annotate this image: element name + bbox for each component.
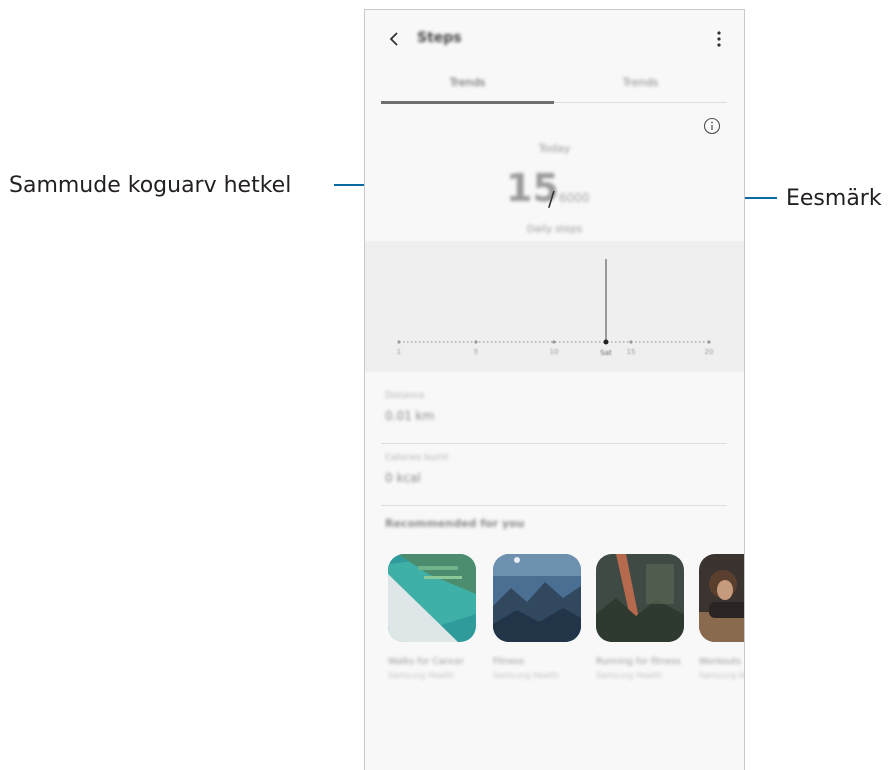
tab-indicator <box>381 101 554 104</box>
card-title: Running for fitness <box>596 657 681 667</box>
card-subtitle: Samsung Health <box>388 671 454 680</box>
stat-distance: Distance 0.01 km <box>381 383 727 444</box>
card-subtitle: Samsung Health <box>596 671 662 680</box>
stat-value: 0.01 km <box>385 409 435 423</box>
card-subtitle: Samsung Health <box>699 671 745 680</box>
recommended-heading: Recommended for you <box>385 517 525 530</box>
chart-tick-dot <box>629 340 633 344</box>
step-chart: 1 5 10 Sat 15 20 <box>365 241 744 372</box>
summary-label: Today <box>538 142 571 155</box>
app-bar: Steps <box>365 10 744 66</box>
recommended-card[interactable]: Walks for Cancer Samsung Health <box>388 554 476 680</box>
card-image-forest <box>596 554 684 642</box>
chart-tick-label: 15 <box>627 348 636 356</box>
card-image-mountains <box>493 554 581 642</box>
card-title: Fitness <box>493 657 525 667</box>
card-image-teal <box>388 554 476 642</box>
count-unit: Daily steps <box>526 224 583 235</box>
chart-tick-label: 5 <box>474 348 478 356</box>
goal-value: 6000 <box>559 191 590 205</box>
card-image-workout <box>699 554 744 642</box>
stat-value: 0 kcal <box>385 471 421 485</box>
chart-tick-dot <box>552 340 556 344</box>
stat-label: Distance <box>385 391 425 401</box>
chart-tick-label: 1 <box>397 348 401 356</box>
tab-trends[interactable]: Trends <box>381 76 554 89</box>
card-thumbnail <box>699 554 744 642</box>
card-title: Walks for Cancer <box>388 657 465 667</box>
card-subtitle: Samsung Health <box>493 671 559 680</box>
callout-goal: Eesmärk <box>786 186 882 211</box>
chart-tick-dot <box>397 340 401 344</box>
chart-current-point <box>603 339 609 345</box>
stat-label: Calories burnt <box>385 453 449 463</box>
tab-secondary[interactable]: Trends <box>554 76 727 89</box>
count-separator: / <box>548 187 555 211</box>
chart-tick-label: 10 <box>550 348 559 356</box>
more-options-icon[interactable] <box>716 30 722 48</box>
card-thumbnail <box>388 554 476 642</box>
card-title: Workouts <box>699 657 741 667</box>
chart-tick-label: 20 <box>705 348 714 356</box>
chart-current-label: Sat <box>600 349 612 357</box>
chart-tick-dot <box>707 340 711 344</box>
phone-screen: Steps Trends Trends Today 15 / 6000 Dail… <box>364 9 745 770</box>
card-thumbnail <box>493 554 581 642</box>
recommended-card[interactable]: Workouts Samsung Health <box>699 554 745 680</box>
callout-current-total: Sammude koguarv hetkel <box>9 173 292 198</box>
card-thumbnail <box>596 554 684 642</box>
chart-tick-dot <box>474 340 478 344</box>
recommended-card[interactable]: Fitness Samsung Health <box>493 554 581 680</box>
info-icon[interactable] <box>703 117 721 135</box>
recommended-card[interactable]: Running for fitness Samsung Health <box>596 554 684 680</box>
stat-calories: Calories burnt 0 kcal <box>381 445 727 506</box>
tab-bar: Trends Trends <box>381 72 727 104</box>
back-arrow-icon[interactable] <box>387 28 401 50</box>
app-title: Steps <box>417 30 462 46</box>
step-chart-svg: 1 5 10 Sat 15 20 <box>397 259 714 357</box>
